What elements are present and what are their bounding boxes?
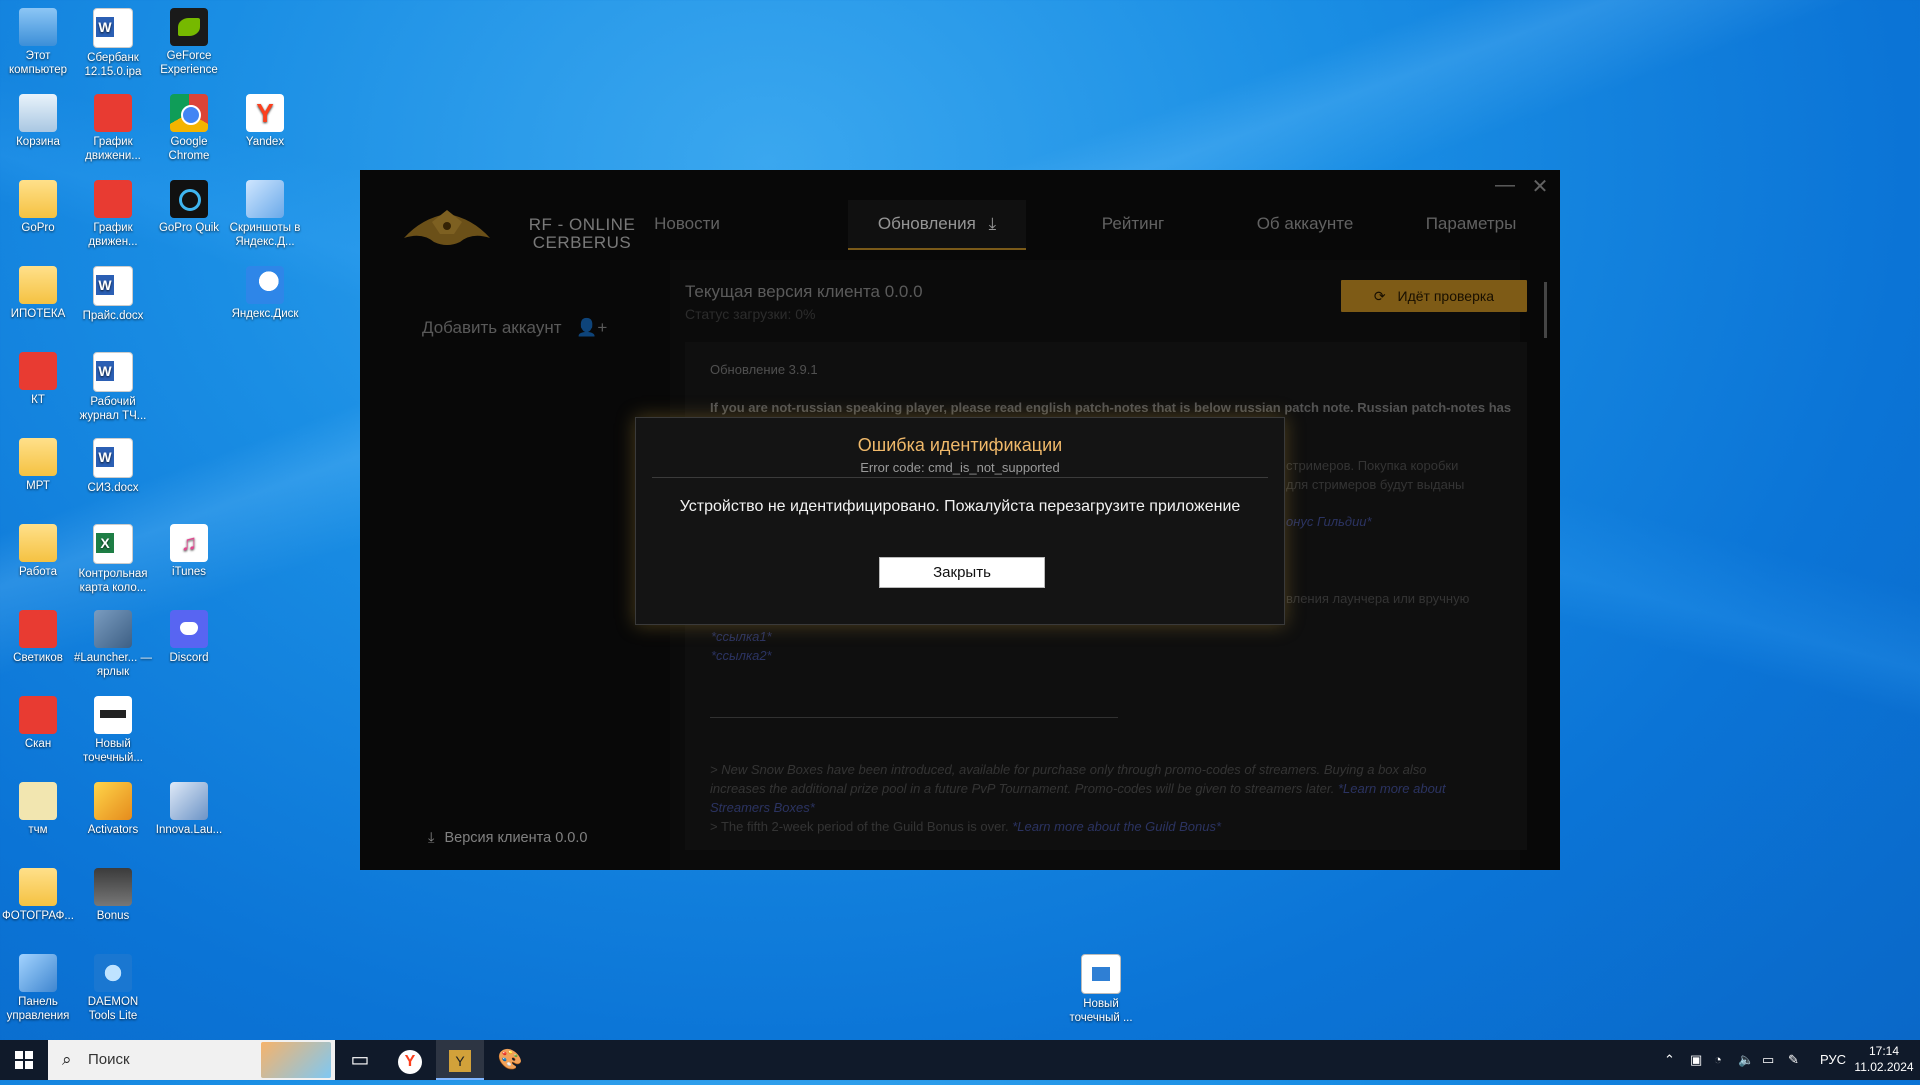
- word-icon: [93, 266, 133, 306]
- desktop-icon-daemon-tools[interactable]: DAEMON Tools Lite: [74, 954, 152, 1023]
- discord-icon: [170, 610, 208, 648]
- desktop-icon-launcher-shortcut[interactable]: #Launcher... — ярлык: [74, 610, 152, 679]
- desktop-icon-this-pc[interactable]: Этот компьютер: [0, 8, 77, 77]
- battery-icon[interactable]: ▭: [1762, 1040, 1774, 1080]
- desktop-icon-recycle-bin[interactable]: Корзина: [0, 94, 77, 149]
- task-view-button[interactable]: ▭: [336, 1040, 384, 1080]
- folder-icon: [19, 266, 57, 304]
- desktop-icon-work-journal[interactable]: Рабочий журнал ТЧ...: [74, 352, 152, 423]
- desktop-icon-tchm[interactable]: тчм: [0, 782, 77, 837]
- language-indicator[interactable]: РУС: [1820, 1040, 1846, 1080]
- folder-icon: [19, 782, 57, 820]
- network-icon[interactable]: ◔: [1714, 1040, 1722, 1080]
- desktop-icon-rabota[interactable]: Работа: [0, 524, 77, 579]
- rf-online-icon: Y: [449, 1050, 471, 1072]
- word-icon: [93, 438, 133, 478]
- control-panel-icon: [19, 954, 57, 992]
- identification-error-dialog: Ошибка идентификации Error code: cmd_is_…: [635, 417, 1285, 625]
- excel-icon: [93, 524, 133, 564]
- desktop-icon-new-bitmap-2[interactable]: Новый точечный ...: [1062, 954, 1140, 1025]
- desktop-icon-activators[interactable]: Activators: [74, 782, 152, 837]
- desktop-icon-new-bitmap-1[interactable]: Новый точечный...: [74, 696, 152, 765]
- yandex-browser-icon: Y: [246, 94, 284, 132]
- taskbar-search[interactable]: ⌕ Поиск: [48, 1040, 335, 1080]
- desktop-icon-schedule-pdf-1[interactable]: График движени...: [74, 94, 152, 163]
- desktop-icon-screenshots[interactable]: Скриншоты в Яндекс.Д...: [226, 180, 304, 249]
- screenshot-icon: [246, 180, 284, 218]
- desktop-icon-bonus[interactable]: Bonus: [74, 868, 152, 923]
- search-highlight-image: [261, 1042, 331, 1078]
- desktop-icon-sberbank-ipa[interactable]: Сбербанк 12.15.0.ipa: [74, 8, 152, 79]
- pdf-folder-icon: [19, 352, 57, 390]
- desktop-icon-itunes[interactable]: iTunes: [150, 524, 228, 579]
- nvidia-icon: [170, 8, 208, 46]
- yandex-disk-icon: [246, 266, 284, 304]
- dialog-message: Устройство не идентифицировано. Пожалуйс…: [679, 498, 1241, 515]
- desktop-icon-kt[interactable]: КТ: [0, 352, 77, 407]
- taskbar-rf-launcher[interactable]: Y: [436, 1040, 484, 1080]
- folder-icon: [19, 438, 57, 476]
- start-button[interactable]: [0, 1040, 48, 1080]
- desktop-icon-yandex[interactable]: Y Yandex: [226, 94, 304, 149]
- pdf-folder-icon: [19, 610, 57, 648]
- ipa-file-icon: [93, 8, 133, 48]
- gopro-icon: [170, 180, 208, 218]
- activators-icon: [94, 782, 132, 820]
- desktop-icon-discord[interactable]: Discord: [150, 610, 228, 665]
- desktop-icon-chrome[interactable]: Google Chrome: [150, 94, 228, 163]
- clock[interactable]: 17:14 11.02.2024: [1852, 1043, 1916, 1075]
- itunes-icon: [170, 524, 208, 562]
- desktop-icon-ipoteka[interactable]: ИПОТЕКА: [0, 266, 77, 321]
- search-icon: ⌕: [62, 1050, 72, 1069]
- desktop-icon-geforce[interactable]: GeForce Experience: [150, 8, 228, 77]
- desktop-icon-innova[interactable]: Innova.Lau...: [150, 782, 228, 837]
- dialog-divider: [652, 477, 1268, 478]
- desktop-icon-siz-docx[interactable]: СИЗ.docx: [74, 438, 152, 495]
- folder-icon: [19, 524, 57, 562]
- daemon-tools-icon: [94, 954, 132, 992]
- desktop-icon-schedule-pdf-2[interactable]: График движен...: [74, 180, 152, 249]
- desktop-icon-control-card[interactable]: Контрольная карта коло...: [74, 524, 152, 595]
- clock-date: 11.02.2024: [1854, 1060, 1914, 1074]
- image-file-icon: [1081, 954, 1121, 994]
- folder-icon: [19, 868, 57, 906]
- search-input[interactable]: Поиск: [88, 1051, 130, 1068]
- innova-icon: [170, 782, 208, 820]
- windows-logo-icon: [15, 1051, 33, 1069]
- desktop-icon-mrt[interactable]: МРТ: [0, 438, 77, 493]
- tray-device-icon[interactable]: ▣: [1690, 1040, 1702, 1080]
- folder-icon: [19, 180, 57, 218]
- dialog-close-button[interactable]: Закрыть: [879, 557, 1045, 588]
- desktop-icon-price-docx[interactable]: Прайс.docx: [74, 266, 152, 323]
- pdf-icon: [94, 180, 132, 218]
- bonus-icon: [94, 868, 132, 906]
- launcher-shortcut-icon: [94, 610, 132, 648]
- paint-icon: 🎨: [497, 1049, 523, 1071]
- pdf-folder-icon: [19, 696, 57, 734]
- volume-icon[interactable]: 🔈: [1738, 1040, 1754, 1080]
- recycle-bin-icon: [19, 94, 57, 132]
- pen-icon[interactable]: ✎: [1788, 1040, 1799, 1080]
- desktop-icon-gopro-folder[interactable]: GoPro: [0, 180, 77, 235]
- task-view-icon: ▭: [350, 1049, 370, 1071]
- desktop-icon-control-panel[interactable]: Панель управления: [0, 954, 77, 1023]
- desktop-icon-svetikov[interactable]: Светиков: [0, 610, 77, 665]
- bitmap-icon: [94, 696, 132, 734]
- desktop-icon-scan[interactable]: Скан: [0, 696, 77, 751]
- dialog-title: Ошибка идентификации: [857, 435, 1063, 455]
- error-code-text: Error code: cmd_is_not_supported: [860, 460, 1060, 475]
- taskbar: ⌕ Поиск ▭ Y Y 🎨 ⌃ ▣ ◔ 🔈 ▭ ✎ РУС 17:14 11…: [0, 1040, 1920, 1080]
- taskbar-paint[interactable]: 🎨: [486, 1040, 534, 1080]
- chrome-icon: [170, 94, 208, 132]
- desktop-icon-gopro-quik[interactable]: GoPro Quik: [150, 180, 228, 235]
- clock-time: 17:14: [1868, 1044, 1900, 1058]
- pdf-icon: [94, 94, 132, 132]
- computer-icon: [19, 8, 57, 46]
- word-icon: [93, 352, 133, 392]
- show-hidden-icons[interactable]: ⌃: [1664, 1040, 1675, 1080]
- desktop-icon-yandex-disk[interactable]: Яндекс.Диск: [226, 266, 304, 321]
- desktop-icon-photos[interactable]: ФОТОГРАФ...: [0, 868, 77, 923]
- taskbar-yandex[interactable]: Y: [386, 1040, 434, 1080]
- yandex-browser-icon: Y: [398, 1050, 422, 1074]
